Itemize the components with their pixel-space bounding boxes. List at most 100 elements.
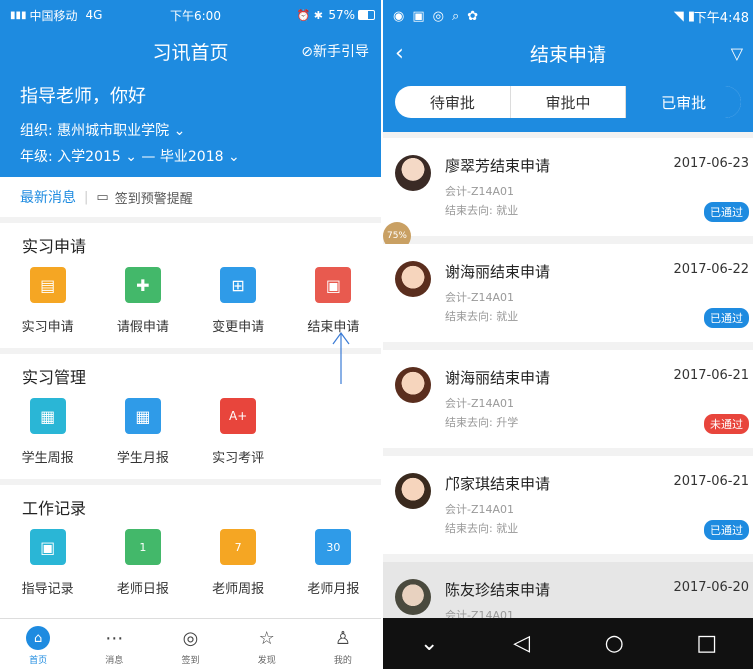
battery-icon: [358, 10, 375, 20]
section-title: 工作记录: [22, 499, 87, 518]
status-tabs: 待审批 审批中 已审批: [395, 86, 741, 118]
app-label: 变更申请: [212, 320, 265, 335]
app-teacher-daily[interactable]: 1 老师日报: [95, 523, 190, 611]
tab-label: 消息: [105, 656, 124, 666]
item-title: 谢海丽结束申请: [445, 369, 551, 387]
user-icon: ♙: [334, 627, 351, 649]
item-date: 2017-06-22: [673, 262, 749, 277]
grade-icon: A+: [220, 398, 257, 434]
right-screen: ◉▣◎⌕✿ ◥ ▮ 下午4:48 ‹ 结束申请 ▽ 待审批 审批中 已审批 廖翠…: [383, 0, 753, 669]
app-label: 老师日报: [116, 582, 169, 597]
item-destination: 结束去向: 就业: [445, 204, 519, 217]
carrier: 中国移动: [29, 8, 78, 23]
tab-message[interactable]: ⋯ 消息: [76, 619, 152, 669]
tab-home[interactable]: ⌂ 首页: [0, 619, 76, 669]
guide-button[interactable]: ⊘新手引导: [301, 41, 369, 61]
app-leave-apply[interactable]: ✚ 请假申请: [95, 261, 190, 349]
avatar: [395, 155, 431, 191]
app-label: 实习考评: [212, 451, 265, 466]
section-work: 工作记录 ▣ 指导记录 1 老师日报 7 老师周报 30 老师月报: [0, 485, 381, 630]
home-icon: ⌂: [26, 626, 51, 650]
app-student-weekly[interactable]: ▦ 学生周报: [0, 392, 95, 480]
item-destination: 结束去向: 升学: [445, 416, 519, 429]
app-label: 老师周报: [212, 582, 265, 597]
app-internship-grade[interactable]: A+ 实习考评: [191, 392, 286, 480]
avatar: [395, 473, 431, 509]
left-screen: ▮▮▮ 中国移动 4G 下午6:00 ⏰ ✱ 57% 习讯首页 ⊘新手引导 指导…: [0, 0, 381, 669]
section-title: 实习申请: [22, 237, 87, 256]
document-icon: ▤: [29, 267, 66, 303]
recents-square-icon[interactable]: □: [661, 631, 753, 656]
divider: |: [84, 189, 89, 205]
weekly-report-icon: ▦: [29, 398, 66, 434]
back-icon[interactable]: ‹: [395, 41, 404, 66]
section-title: 实习管理: [22, 368, 87, 387]
status-badge: 未通过: [704, 414, 749, 434]
list-item[interactable]: 廖翠芳结束申请 2017-06-23 会计-Z14A01 结束去向: 就业 已通…: [383, 138, 753, 236]
change-icon: ⊞: [220, 267, 257, 303]
app-label: 指导记录: [21, 582, 74, 597]
signal-icon: ▮▮▮: [10, 9, 27, 21]
app-internship-apply[interactable]: ▤ 实习申请: [0, 261, 95, 349]
item-destination: 结束去向: 就业: [445, 522, 519, 535]
page-title: 结束申请: [529, 43, 606, 66]
status-badge: 已通过: [704, 202, 749, 222]
alarm-icon: ⏰ ✱: [296, 8, 323, 22]
section-manage: 实习管理 ▦ 学生周报 ▦ 学生月报 A+ 实习考评: [0, 354, 381, 479]
item-date: 2017-06-21: [673, 474, 749, 489]
app-student-monthly[interactable]: ▦ 学生月报: [95, 392, 190, 480]
pointer-arrow: [332, 331, 350, 384]
chat-icon: ▭: [96, 189, 109, 205]
leave-icon: ✚: [124, 267, 161, 303]
org-selector[interactable]: 组织: 惠州城市职业学院 ⌄: [20, 120, 361, 140]
avatar: [395, 579, 431, 615]
item-date: 2017-06-23: [673, 156, 749, 171]
status-time: 下午4:48: [693, 10, 749, 26]
guide-label: 新手引导: [313, 44, 369, 60]
avatar: [395, 261, 431, 297]
filter-icon[interactable]: ▽: [731, 44, 743, 63]
list-item[interactable]: 谢海丽结束申请 2017-06-21 会计-Z14A01 结束去向: 升学 未通…: [383, 350, 753, 448]
news-title: 最新消息: [20, 190, 76, 206]
monthly-icon: 30: [315, 529, 352, 565]
item-title: 廖翠芳结束申请: [445, 157, 551, 175]
home-circle-icon[interactable]: ○: [568, 631, 661, 656]
app-guide-record[interactable]: ▣ 指导记录: [0, 523, 95, 611]
item-title: 邝家琪结束申请: [445, 475, 551, 493]
app-teacher-monthly[interactable]: 30 老师月报: [286, 523, 381, 611]
item-destination: 结束去向: 就业: [445, 310, 519, 323]
tab-pending[interactable]: 待审批: [395, 86, 511, 118]
news-bar[interactable]: 最新消息 | ▭ 签到预警提醒: [0, 177, 381, 217]
tab-checkin[interactable]: ◎ 签到: [152, 619, 228, 669]
tab-discover[interactable]: ☆ 发现: [229, 619, 305, 669]
item-date: 2017-06-20: [673, 580, 749, 595]
monthly-report-icon: ▦: [124, 398, 161, 434]
tab-reviewed[interactable]: 已审批: [626, 86, 741, 118]
tab-in-review[interactable]: 审批中: [511, 86, 627, 118]
app-teacher-weekly[interactable]: 7 老师周报: [191, 523, 286, 611]
item-major: 会计-Z14A01: [445, 291, 515, 304]
wifi-icon: ◥ ▮: [673, 8, 695, 24]
list-item[interactable]: 谢海丽结束申请 2017-06-22 会计-Z14A01 结束去向: 就业 已通…: [383, 244, 753, 342]
item-title: 谢海丽结束申请: [445, 263, 551, 281]
tab-label: 首页: [29, 656, 48, 666]
welcome-panel: 指导老师，你好 组织: 惠州城市职业学院 ⌄ 年级: 入学2015 ⌄ — 毕业…: [0, 72, 381, 177]
battery-percent: 57%: [328, 8, 355, 22]
message-icon: ⋯: [105, 627, 124, 649]
status-badge: 已通过: [704, 520, 749, 540]
bottom-tabbar: ⌂ 首页 ⋯ 消息 ◎ 签到 ☆ 发现 ♙ 我的: [0, 618, 381, 669]
page-title: 习讯首页: [152, 41, 229, 64]
collapse-icon[interactable]: ⌄: [383, 631, 476, 656]
app-change-apply[interactable]: ⊞ 变更申请: [191, 261, 286, 349]
back-triangle-icon[interactable]: ◁: [476, 631, 569, 656]
list-item[interactable]: 邝家琪结束申请 2017-06-21 会计-Z14A01 结束去向: 就业 已通…: [383, 456, 753, 554]
tab-mine[interactable]: ♙ 我的: [305, 619, 381, 669]
item-major: 会计-Z14A01: [445, 397, 515, 410]
tab-label: 发现: [257, 656, 276, 666]
daily-report-icon: 1: [124, 529, 161, 565]
item-major: 会计-Z14A01: [445, 185, 515, 198]
help-icon: ⊘: [301, 44, 313, 60]
weekly-icon: 7: [220, 529, 257, 565]
news-item[interactable]: 签到预警提醒: [115, 188, 193, 207]
grade-selector[interactable]: 年级: 入学2015 ⌄ — 毕业2018 ⌄: [20, 146, 361, 166]
